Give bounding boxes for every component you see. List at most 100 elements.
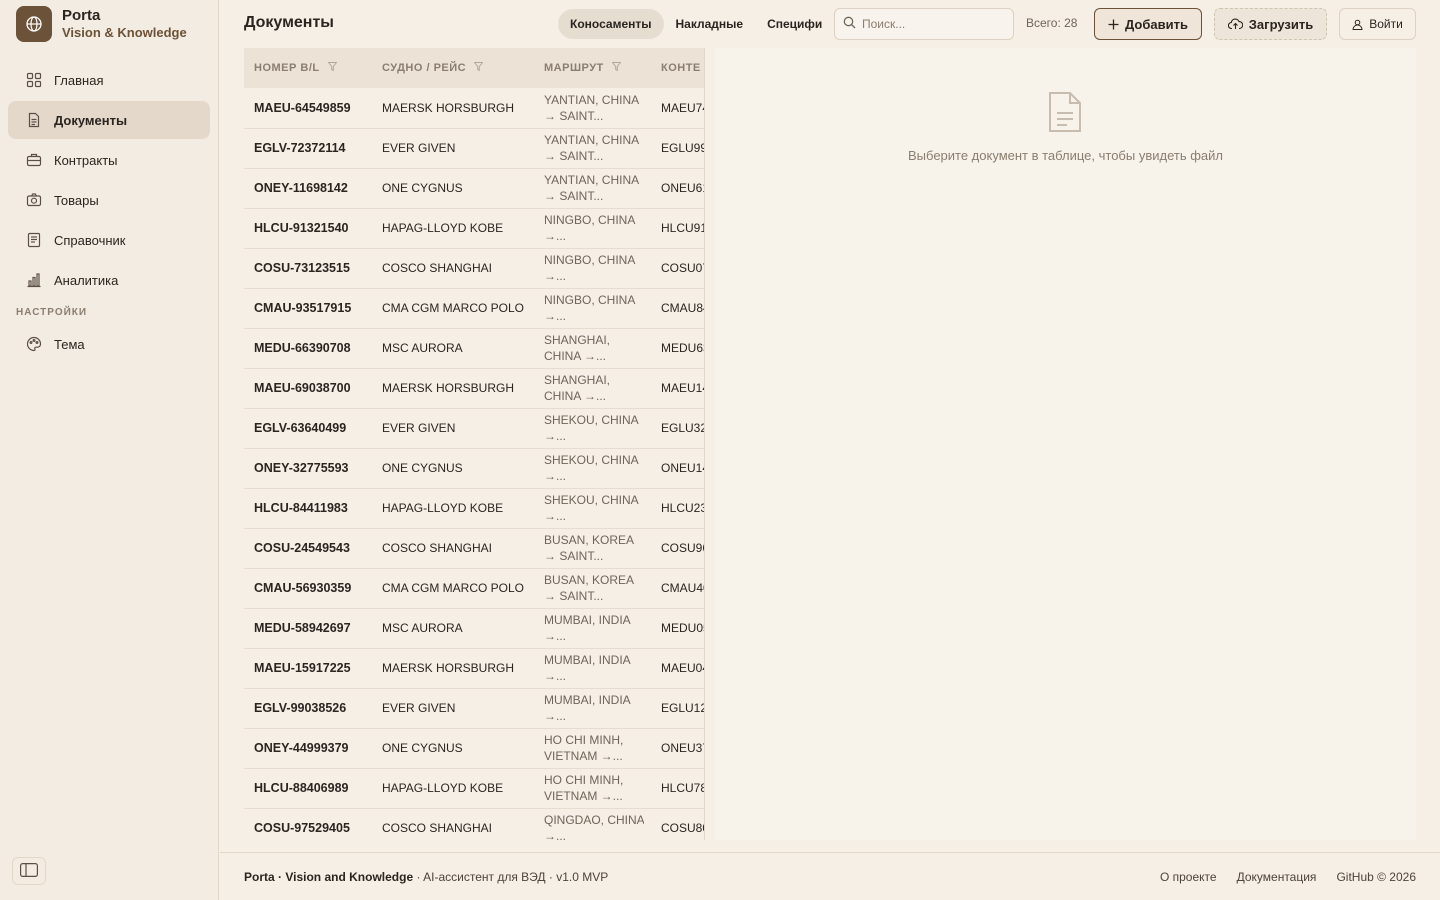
table-row[interactable]: COSU-73123515 COSCO SHANGHAI NINGBO, CHINA…	[244, 248, 704, 289]
column-header-label: КОНТЕ	[661, 62, 701, 74]
column-header-vessel[interactable]: СУДНО / РЕЙС	[372, 48, 534, 88]
sidebar-item-theme[interactable]: Тема	[8, 325, 210, 363]
table-row[interactable]: MAEU-69038700 MAERSK HORSBURGH SHANGHAI, C…	[244, 368, 704, 409]
route-cell: YANTIAN, CHINA → SAINT... PETERSBURG	[534, 168, 651, 209]
filter-icon[interactable]	[473, 62, 484, 74]
container-cell: ONEU61	[651, 168, 704, 209]
container-cell: MEDU05	[651, 608, 704, 649]
column-header-label: МАРШРУТ	[544, 61, 604, 74]
brand-subtitle: Vision & Knowledge	[62, 25, 187, 40]
footer-brand: Porta · Vision and Knowledge	[244, 870, 414, 884]
sidebar-item-goods[interactable]: Товары	[8, 181, 210, 219]
table-row[interactable]: MAEU-64549859 MAERSK HORSBURGH YANTIAN, CH…	[244, 88, 704, 129]
sidebar-item-home[interactable]: Главная	[8, 61, 210, 99]
container-cell: ONEU37	[651, 728, 704, 769]
route-cell: NINGBO, CHINA →... VLADIVOSTOK	[534, 208, 651, 249]
brand[interactable]: Porta Vision & Knowledge	[16, 6, 187, 42]
vessel-cell: MAERSK HORSBURGH	[372, 648, 534, 689]
search-input[interactable]	[862, 17, 1002, 31]
filter-icon[interactable]	[327, 62, 338, 74]
table-row[interactable]: EGLV-63640499 EVER GIVEN SHEKOU, CHINA →..…	[244, 408, 704, 449]
sidebar-item-contracts[interactable]: Контракты	[8, 141, 210, 179]
column-header-bl[interactable]: НОМЕР B/L	[244, 48, 372, 88]
table-row[interactable]: CMAU-56930359 CMA CGM MARCO POLO BUSAN, KO…	[244, 568, 704, 609]
sidebar-item-documents[interactable]: Документы	[8, 101, 210, 139]
login-button[interactable]: Войти	[1339, 8, 1416, 40]
sidebar-item-label: Товары	[54, 192, 99, 208]
table-row[interactable]: HLCU-84411983 HAPAG-LLOYD KOBE SHEKOU, CHI…	[244, 488, 704, 529]
bl-number-cell: MAEU-15917225	[244, 648, 372, 689]
footer-link-about[interactable]: О проекте	[1160, 870, 1217, 884]
route-cell: YANTIAN, CHINA → SAINT... PETERSBURG	[534, 128, 651, 169]
route-text: SHEKOU, CHINA →... NOVOROSSIYSK	[544, 413, 639, 443]
sidebar-item-label: Тема	[54, 336, 85, 352]
table-row[interactable]: EGLV-72372114 EVER GIVEN YANTIAN, CHINA → …	[244, 128, 704, 169]
sidebar-item-reference[interactable]: Справочник	[8, 221, 210, 259]
table-body: MAEU-64549859 MAERSK HORSBURGH YANTIAN, CH…	[244, 88, 704, 840]
bl-number-cell: COSU-24549543	[244, 528, 372, 569]
table-row[interactable]: COSU-24549543 COSCO SHANGHAI BUSAN, KOREA …	[244, 528, 704, 569]
table-row[interactable]: MAEU-15917225 MAERSK HORSBURGH MUMBAI, IND…	[244, 648, 704, 689]
route-cell: SHEKOU, CHINA →... NOVOROSSIYSK	[534, 488, 651, 529]
tab-bills-of-lading[interactable]: Коносаменты	[558, 9, 664, 39]
bl-number-cell: HLCU-84411983	[244, 488, 372, 529]
search-box[interactable]	[834, 8, 1014, 40]
add-button[interactable]: Добавить	[1094, 8, 1202, 40]
footer-link-docs[interactable]: Документация	[1237, 870, 1317, 884]
route-text: HO CHI MINH, VIETNAM →... VOSTOCHNY	[544, 733, 624, 763]
container-cell: COSU96	[651, 528, 704, 569]
tab-waybills[interactable]: Накладные	[664, 9, 756, 39]
table-row[interactable]: ONEY-32775593 ONE CYGNUS SHEKOU, CHINA →..…	[244, 448, 704, 489]
column-header-container[interactable]: КОНТЕ	[651, 48, 704, 88]
bl-number-cell: EGLV-63640499	[244, 408, 372, 449]
route-cell: SHEKOU, CHINA →... NOVOROSSIYSK	[534, 408, 651, 449]
bl-number-cell: EGLV-72372114	[244, 128, 372, 169]
table-row[interactable]: CMAU-93517915 CMA CGM MARCO POLO NINGBO, C…	[244, 288, 704, 329]
route-text: BUSAN, KOREA → SAINT... PETERSBURG	[544, 573, 634, 603]
table-row[interactable]: MEDU-58942697 MSC AURORA MUMBAI, INDIA →..…	[244, 608, 704, 649]
route-cell: MUMBAI, INDIA →... VLADIVOSTOK	[534, 648, 651, 689]
route-text: YANTIAN, CHINA → SAINT... PETERSBURG	[544, 92, 639, 123]
route-text: SHANGHAI, CHINA →... VOSTOCHNY	[544, 333, 611, 363]
plus-icon	[1108, 19, 1119, 30]
container-cell: HLCU23	[651, 488, 704, 529]
container-cell: EGLU99	[651, 128, 704, 169]
sidebar-item-analytics[interactable]: Аналитика	[8, 261, 210, 299]
route-text: MUMBAI, INDIA →... VLADIVOSTOK	[544, 653, 631, 683]
table-row[interactable]: ONEY-11698142 ONE CYGNUS YANTIAN, CHINA → …	[244, 168, 704, 209]
vessel-cell: MSC AURORA	[372, 608, 534, 649]
column-header-route[interactable]: МАРШРУТ	[534, 48, 651, 88]
table-row[interactable]: ONEY-44999379 ONE CYGNUS HO CHI MINH, VIET…	[244, 728, 704, 769]
sidebar-nav: Главная Документы Контракты Товары Справ…	[8, 61, 210, 365]
vessel-cell: MSC AURORA	[372, 328, 534, 369]
vessel-cell: COSCO SHANGHAI	[372, 808, 534, 840]
vessel-cell: COSCO SHANGHAI	[372, 528, 534, 569]
route-cell: NINGBO, CHINA →... VLADIVOSTOK	[534, 288, 651, 329]
file-icon	[1048, 91, 1082, 136]
cloud-upload-icon	[1227, 18, 1243, 30]
route-cell: NINGBO, CHINA →... VLADIVOSTOK	[534, 248, 651, 289]
table-row[interactable]: MEDU-66390708 MSC AURORA SHANGHAI, CHINA →…	[244, 328, 704, 369]
table-row[interactable]: EGLV-99038526 EVER GIVEN MUMBAI, INDIA →..…	[244, 688, 704, 729]
table-row[interactable]: COSU-97529405 COSCO SHANGHAI QINGDAO, CHIN…	[244, 808, 704, 840]
sidebar: Porta Vision & Knowledge Главная Докумен…	[0, 0, 219, 900]
brand-name: Porta	[62, 7, 101, 24]
upload-button[interactable]: Загрузить	[1214, 8, 1327, 40]
table-row[interactable]: HLCU-91321540 HAPAG-LLOYD KOBE NINGBO, CHI…	[244, 208, 704, 249]
vessel-cell: HAPAG-LLOYD KOBE	[372, 768, 534, 809]
vessel-cell: HAPAG-LLOYD KOBE	[372, 488, 534, 529]
sidebar-toggle-button[interactable]	[12, 857, 46, 885]
vessel-cell: CMA CGM MARCO POLO	[372, 288, 534, 329]
route-cell: BUSAN, KOREA → SAINT... PETERSBURG	[534, 528, 651, 569]
bl-number-cell: MAEU-69038700	[244, 368, 372, 409]
route-text: SHANGHAI, CHINA →... VOSTOCHNY	[544, 373, 611, 403]
table-row[interactable]: HLCU-88406989 HAPAG-LLOYD KOBE HO CHI MINH…	[244, 768, 704, 809]
vessel-cell: MAERSK HORSBURGH	[372, 88, 534, 129]
tab-specifications[interactable]: Специфи	[755, 9, 834, 39]
route-cell: MUMBAI, INDIA →... VLADIVOSTOK	[534, 608, 651, 649]
login-button-label: Войти	[1369, 17, 1403, 31]
route-cell: MUMBAI, INDIA →... VLADIVOSTOK	[534, 688, 651, 729]
footer-link-github[interactable]: GitHub © 2026	[1336, 870, 1416, 884]
container-cell: MAEU14	[651, 368, 704, 409]
filter-icon[interactable]	[611, 62, 622, 74]
